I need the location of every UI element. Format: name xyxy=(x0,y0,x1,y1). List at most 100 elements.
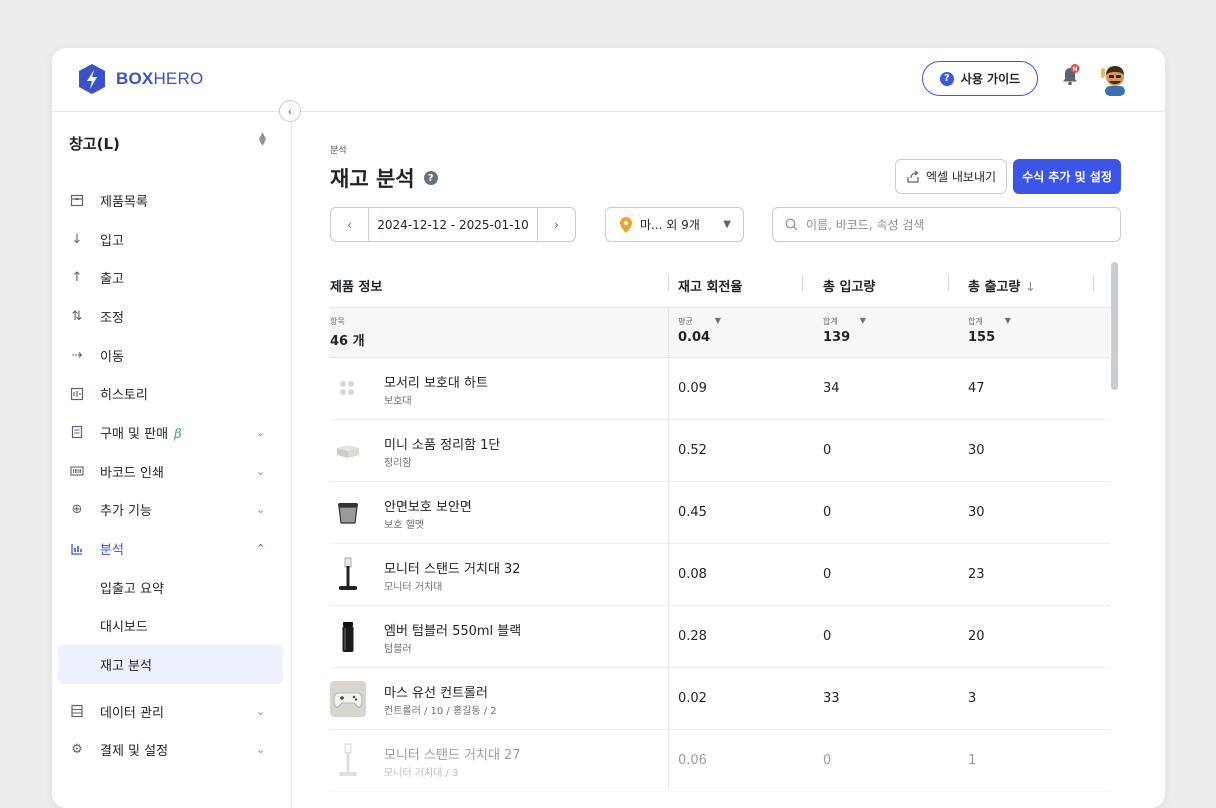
prev-date-button[interactable]: ‹ xyxy=(331,208,368,241)
search-box xyxy=(772,207,1121,242)
column-header-total-in[interactable]: 총 입고량 xyxy=(823,276,875,295)
product-category: 모니터 거치대 / 3 xyxy=(384,768,459,779)
warehouse-selector[interactable]: 창고(L) xyxy=(69,133,120,154)
sidebar-item-barcode-print[interactable]: 바코드 인쇄 ⌄ xyxy=(58,452,283,491)
total-in-cell: 0 xyxy=(823,505,832,520)
help-circle-icon: ? xyxy=(939,71,954,86)
product-thumbnail xyxy=(330,681,366,717)
sidebar-item-extras[interactable]: ⊕ 추가 기능 ⌄ xyxy=(58,491,283,530)
total-out-cell: 30 xyxy=(968,505,985,520)
page-title-text: 재고 분석 xyxy=(330,167,415,191)
sidebar-item-billing-settings[interactable]: ⚙ 결제 및 설정 ⌄ xyxy=(58,731,283,770)
product-name[interactable]: 엠버 텀블러 550ml 블랙 xyxy=(384,620,521,639)
sidebar-subitem-stock-analysis[interactable]: 재고 분석 xyxy=(58,645,283,684)
date-range-picker: ‹ 2024-12-12 - 2025-01-10 › xyxy=(330,207,576,242)
barcode-icon xyxy=(69,463,85,479)
table-row[interactable]: 모니터 스탠드 거치대 32 모니터 거치대 0.08 0 23 xyxy=(330,544,1110,606)
page-title: 재고 분석 ? xyxy=(330,163,438,193)
document-icon xyxy=(69,424,85,440)
excel-export-label: 엑셀 내보내기 xyxy=(925,170,997,184)
sidebar-item-stock-out[interactable]: ↑ 출고 xyxy=(58,258,283,297)
sidebar-item-label: 결제 및 설정 xyxy=(100,744,169,760)
beta-badge: β xyxy=(174,426,182,442)
total-out-cell: 23 xyxy=(968,567,985,582)
caret-down-icon[interactable]: ▼ xyxy=(715,316,721,327)
avatar[interactable] xyxy=(1100,62,1130,96)
column-divider[interactable] xyxy=(1093,275,1094,291)
column-header-turnover[interactable]: 재고 회전율 xyxy=(678,276,742,295)
product-category: 정리함 xyxy=(384,458,412,469)
sidebar-subitem-inout-summary[interactable]: 입출고 요약 xyxy=(58,568,283,607)
table-row[interactable]: 모니터 스탠드 거치대 27 모니터 거치대 / 3 0.06 0 1 xyxy=(330,730,1110,792)
chevron-up-icon: ⌃ xyxy=(256,542,266,556)
table-row[interactable]: 엠버 텀블러 550ml 블랙 텀블러 0.28 0 20 xyxy=(330,606,1110,668)
summary-out-value: 155 xyxy=(968,330,996,345)
excel-export-button[interactable]: 엑셀 내보내기 xyxy=(895,159,1007,194)
total-out-cell: 47 xyxy=(968,381,985,396)
sidebar-item-data-management[interactable]: 데이터 관리 ⌄ xyxy=(58,692,283,731)
search-input[interactable] xyxy=(806,217,1106,232)
help-icon[interactable]: ? xyxy=(423,171,438,185)
sidebar-nav: 제품목록 ↓ 입고 ↑ 출고 ⇅ 조정 ⇢ 이동 히스토리 구매 및 판매 β … xyxy=(58,181,283,769)
sort-desc-icon: ↓ xyxy=(1024,280,1036,295)
column-header-total-out[interactable]: 총 출고량 ↓ xyxy=(968,276,1036,295)
app-window: BOXHERO ? 사용 가이드 N 창고(L) ▲ ▼ 제품목록 ↓ 입고 ↑… xyxy=(52,48,1165,808)
sidebar-item-label: 제품목록 xyxy=(100,194,148,210)
logo[interactable]: BOXHERO xyxy=(78,63,203,95)
table-row[interactable]: 안면보호 보안면 보호 헬멧 0.45 0 30 xyxy=(330,482,1110,544)
sidebar-subitem-label: 재고 분석 xyxy=(100,659,152,675)
search-icon xyxy=(785,218,798,231)
sidebar-item-stock-in[interactable]: ↓ 입고 xyxy=(58,220,283,259)
column-divider[interactable] xyxy=(668,275,669,291)
product-thumbnail xyxy=(330,743,366,779)
product-name[interactable]: 미니 소품 정리함 1단 xyxy=(384,434,500,453)
product-name[interactable]: 모니터 스탠드 거치대 32 xyxy=(384,558,521,577)
date-range-field[interactable]: 2024-12-12 - 2025-01-10 xyxy=(368,208,538,241)
location-filter-dropdown[interactable]: 마... 외 9개 ▼ xyxy=(605,207,744,242)
breadcrumb[interactable]: 분석 xyxy=(330,143,1122,156)
table-row[interactable]: 마스 유선 컨트롤러 컨트롤러 / 10 / 홍길동 / 2 0.02 33 3 xyxy=(330,668,1110,730)
sidebar-item-label: 이동 xyxy=(100,349,124,365)
move-icon: ⇢ xyxy=(71,347,83,363)
add-formula-button[interactable]: 수식 추가 및 설정 xyxy=(1013,159,1121,194)
caret-down-icon[interactable]: ▼ xyxy=(1005,316,1011,327)
next-date-button[interactable]: › xyxy=(538,208,575,241)
summary-turnover-label: 평균 ▼ xyxy=(678,316,721,327)
chevron-down-icon: ⌄ xyxy=(256,503,266,517)
sidebar-collapse-button[interactable]: ‹ xyxy=(279,100,301,122)
turnover-cell: 0.28 xyxy=(678,629,707,644)
product-name[interactable]: 마스 유선 컨트롤러 xyxy=(384,682,488,701)
product-name[interactable]: 모니터 스탠드 거치대 27 xyxy=(384,744,521,763)
sidebar-item-purchase-sales[interactable]: 구매 및 판매 β ⌄ xyxy=(58,413,283,452)
sidebar-item-analysis[interactable]: 분석 ⌃ xyxy=(58,529,283,568)
product-thumbnail xyxy=(330,557,366,593)
product-name[interactable]: 안면보호 보안면 xyxy=(384,496,472,515)
total-in-cell: 33 xyxy=(823,691,840,706)
chevron-left-icon: ‹ xyxy=(347,217,352,232)
table-row[interactable]: 모서리 보호대 하트 보호대 0.09 34 47 xyxy=(330,358,1110,420)
table-scrollbar[interactable] xyxy=(1111,262,1118,390)
sidebar-item-adjust[interactable]: ⇅ 조정 xyxy=(58,297,283,336)
column-divider[interactable] xyxy=(948,275,949,291)
table-row[interactable]: 미니 소품 정리함 1단 정리함 0.52 0 30 xyxy=(330,420,1110,482)
bell-icon[interactable]: N xyxy=(1058,64,1082,88)
sort-updown-icon[interactable]: ▲ ▼ xyxy=(259,132,266,148)
sidebar-subitem-dashboard[interactable]: 대시보드 xyxy=(58,607,283,646)
sidebar-item-history[interactable]: 히스토리 xyxy=(58,374,283,413)
sidebar-item-label: 추가 기능 xyxy=(100,504,152,520)
caret-down-icon[interactable]: ▼ xyxy=(860,316,866,327)
user-guide-button[interactable]: ? 사용 가이드 xyxy=(922,61,1038,96)
table-header: 제품 정보 재고 회전율 총 입고량 총 출고량 ↓ xyxy=(330,260,1110,308)
product-name[interactable]: 모서리 보호대 하트 xyxy=(384,372,488,391)
sidebar-item-move[interactable]: ⇢ 이동 xyxy=(58,336,283,375)
chevron-down-icon: ⌄ xyxy=(256,704,266,718)
history-icon xyxy=(69,386,85,402)
column-divider[interactable] xyxy=(802,275,803,291)
sidebar-item-products[interactable]: 제품목록 xyxy=(58,181,283,220)
total-in-cell: 0 xyxy=(823,567,832,582)
total-out-cell: 3 xyxy=(968,691,977,706)
total-out-cell: 30 xyxy=(968,443,985,458)
total-in-cell: 0 xyxy=(823,443,832,458)
column-header-product[interactable]: 제품 정보 xyxy=(330,276,382,295)
chevron-down-icon: ⌄ xyxy=(256,425,266,439)
